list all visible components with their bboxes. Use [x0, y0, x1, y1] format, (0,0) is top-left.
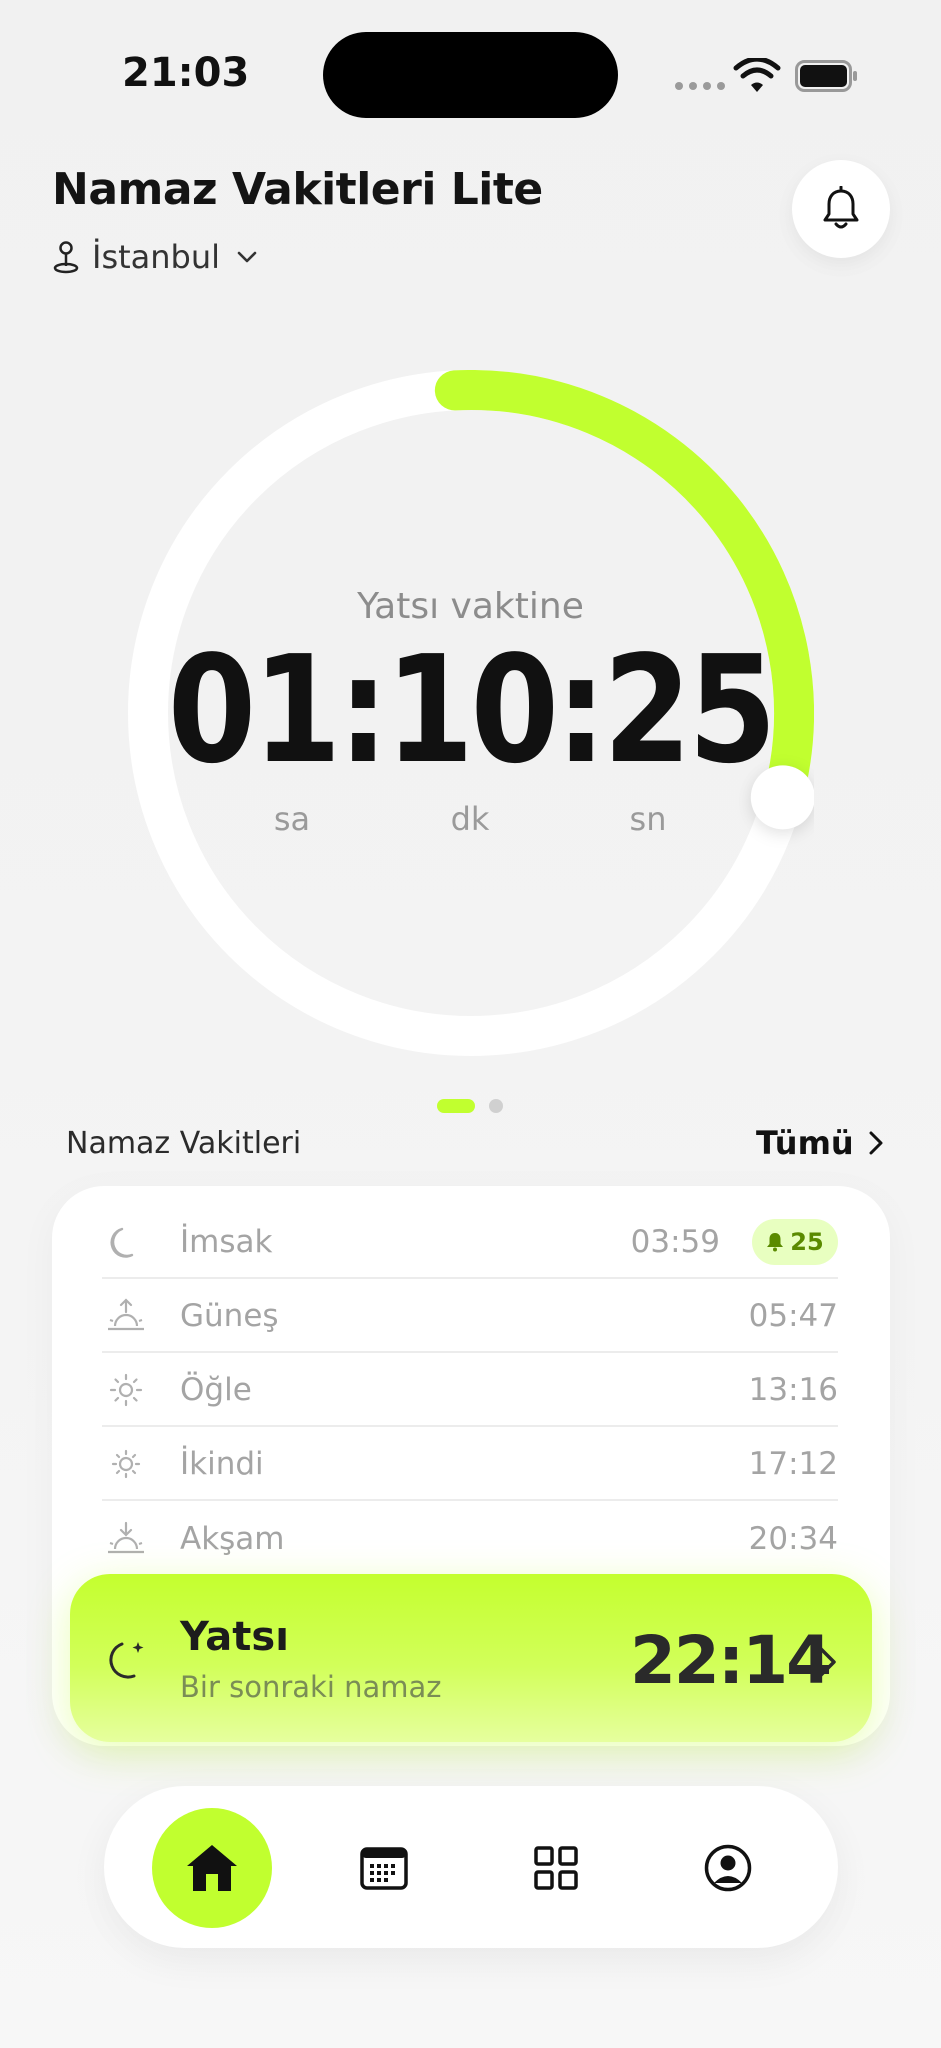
prayer-name: İkindi [180, 1445, 264, 1482]
sunrise-icon [102, 1296, 150, 1336]
page-indicator-active[interactable] [437, 1099, 475, 1113]
status-time: 21:03 [122, 50, 250, 96]
nav-calendar-button[interactable] [324, 1808, 444, 1928]
prayer-row-ikindi[interactable]: İkindi 17:12 [102, 1428, 838, 1501]
nav-grid-button[interactable] [496, 1808, 616, 1928]
next-prayer-time: 22:14 [630, 1622, 832, 1699]
prayer-name: Akşam [180, 1520, 285, 1557]
countdown-value: 01:10:25 [167, 624, 777, 796]
section-title: Namaz Vakitleri [66, 1126, 302, 1161]
wifi-icon [733, 58, 781, 92]
chevron-right-icon [869, 1131, 883, 1155]
profile-icon [704, 1844, 752, 1892]
prayer-name: Öğle [180, 1371, 252, 1408]
app-title: Namaz Vakitleri Lite [52, 164, 543, 215]
see-all-label: Tümü [756, 1124, 854, 1162]
dynamic-island [323, 32, 618, 118]
nav-home-button[interactable] [152, 1808, 272, 1928]
chevron-right-icon[interactable] [816, 1644, 838, 1680]
alarm-offset: 25 [790, 1227, 824, 1256]
notifications-button[interactable] [792, 160, 890, 258]
moon-icon [102, 1222, 150, 1262]
bell-icon [823, 186, 859, 229]
prayer-time: 17:12 [748, 1445, 838, 1482]
location-pin-icon [53, 241, 79, 274]
sunset-icon [102, 1519, 150, 1559]
unit-seconds: sn [629, 800, 667, 838]
page-indicator[interactable] [489, 1099, 503, 1113]
prayer-time: 03:59 [630, 1223, 720, 1260]
home-icon [187, 1845, 237, 1891]
nav-profile-button[interactable] [668, 1808, 788, 1928]
next-prayer-name: Yatsı [180, 1614, 289, 1660]
calendar-icon [360, 1847, 408, 1890]
prayer-time: 05:47 [748, 1297, 838, 1334]
prayer-time: 13:16 [748, 1371, 838, 1408]
countdown-label: Yatsı vaktine [357, 586, 584, 627]
moon-stars-icon [109, 1642, 144, 1679]
alarm-badge[interactable]: 25 [752, 1218, 838, 1265]
prayer-row-gunes[interactable]: Güneş 05:47 [102, 1280, 838, 1353]
location-name: İstanbul [92, 238, 221, 276]
sun-icon [102, 1370, 150, 1410]
unit-minutes: dk [450, 800, 490, 838]
grid-icon [534, 1846, 578, 1890]
battery-icon [795, 60, 857, 92]
prayer-row-aksam[interactable]: Akşam 20:34 [102, 1502, 838, 1575]
prayer-row-ogle[interactable]: Öğle 13:16 [102, 1354, 838, 1427]
prayer-row-imsak[interactable]: İmsak 03:59 25 [102, 1206, 838, 1279]
next-prayer-subtitle: Bir sonraki namaz [180, 1670, 442, 1704]
prayer-time: 20:34 [748, 1520, 838, 1557]
see-all-link[interactable]: Tümü [756, 1124, 884, 1162]
prayer-name: İmsak [180, 1223, 273, 1260]
location-selector[interactable]: İstanbul [52, 238, 258, 276]
bell-icon [767, 1232, 784, 1251]
cellular-signal-icon [675, 82, 725, 90]
chevron-down-icon [237, 251, 257, 263]
unit-hours: sa [273, 800, 311, 838]
prayer-name: Güneş [180, 1297, 279, 1334]
sun-small-icon [102, 1444, 150, 1484]
